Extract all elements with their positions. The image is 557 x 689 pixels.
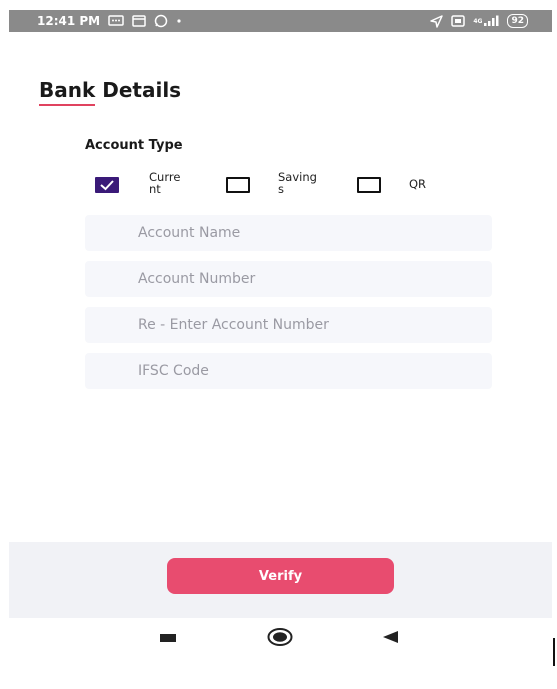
account-type-options: Curre nt Saving s QR (95, 170, 455, 200)
bottom-action-panel: Verify (9, 542, 552, 618)
ifsc-code-placeholder: IFSC Code (138, 363, 209, 379)
account-type-label: Account Type (85, 138, 183, 153)
account-name-input[interactable]: Account Name (85, 215, 492, 251)
dot-icon (176, 18, 182, 24)
status-right: 4G 92 (430, 14, 528, 28)
option-label-qr: QR (409, 177, 427, 191)
status-bar: 12:41 PM 4G 92 (9, 10, 552, 32)
page-title: Bank Details (39, 78, 182, 102)
signal-icon: 4G (473, 15, 499, 27)
home-button[interactable] (267, 627, 293, 651)
text-cursor (553, 638, 555, 666)
recents-button[interactable] (159, 630, 177, 649)
account-number-input[interactable]: Account Number (85, 261, 492, 297)
account-number-placeholder: Account Number (138, 271, 256, 287)
account-name-placeholder: Account Name (138, 225, 241, 241)
volte-icon (451, 15, 466, 27)
checkbox-current[interactable] (95, 177, 119, 193)
verify-button[interactable]: Verify (167, 558, 394, 594)
location-icon (430, 14, 444, 28)
option-label-savings: Saving s (278, 170, 317, 196)
title-underline (39, 104, 95, 106)
back-button[interactable] (381, 629, 399, 649)
calendar-icon (132, 15, 146, 27)
ifsc-code-input[interactable]: IFSC Code (85, 353, 492, 389)
checkbox-savings[interactable] (226, 177, 250, 193)
option-label-current: Curre nt (149, 170, 181, 196)
status-time: 12:41 PM (37, 14, 101, 28)
battery-indicator: 92 (507, 14, 528, 28)
message-icon (108, 15, 124, 27)
reenter-account-number-input[interactable]: Re - Enter Account Number (85, 307, 492, 343)
checkbox-qr[interactable] (357, 177, 381, 193)
status-left: 12:41 PM (37, 14, 182, 28)
phone-screen: 12:41 PM 4G 92 Bank Details Account Type… (9, 0, 552, 689)
whatsapp-icon (154, 14, 168, 28)
network-type: 4G (473, 17, 483, 25)
system-nav-bar (9, 618, 552, 658)
reenter-account-number-placeholder: Re - Enter Account Number (138, 317, 329, 333)
